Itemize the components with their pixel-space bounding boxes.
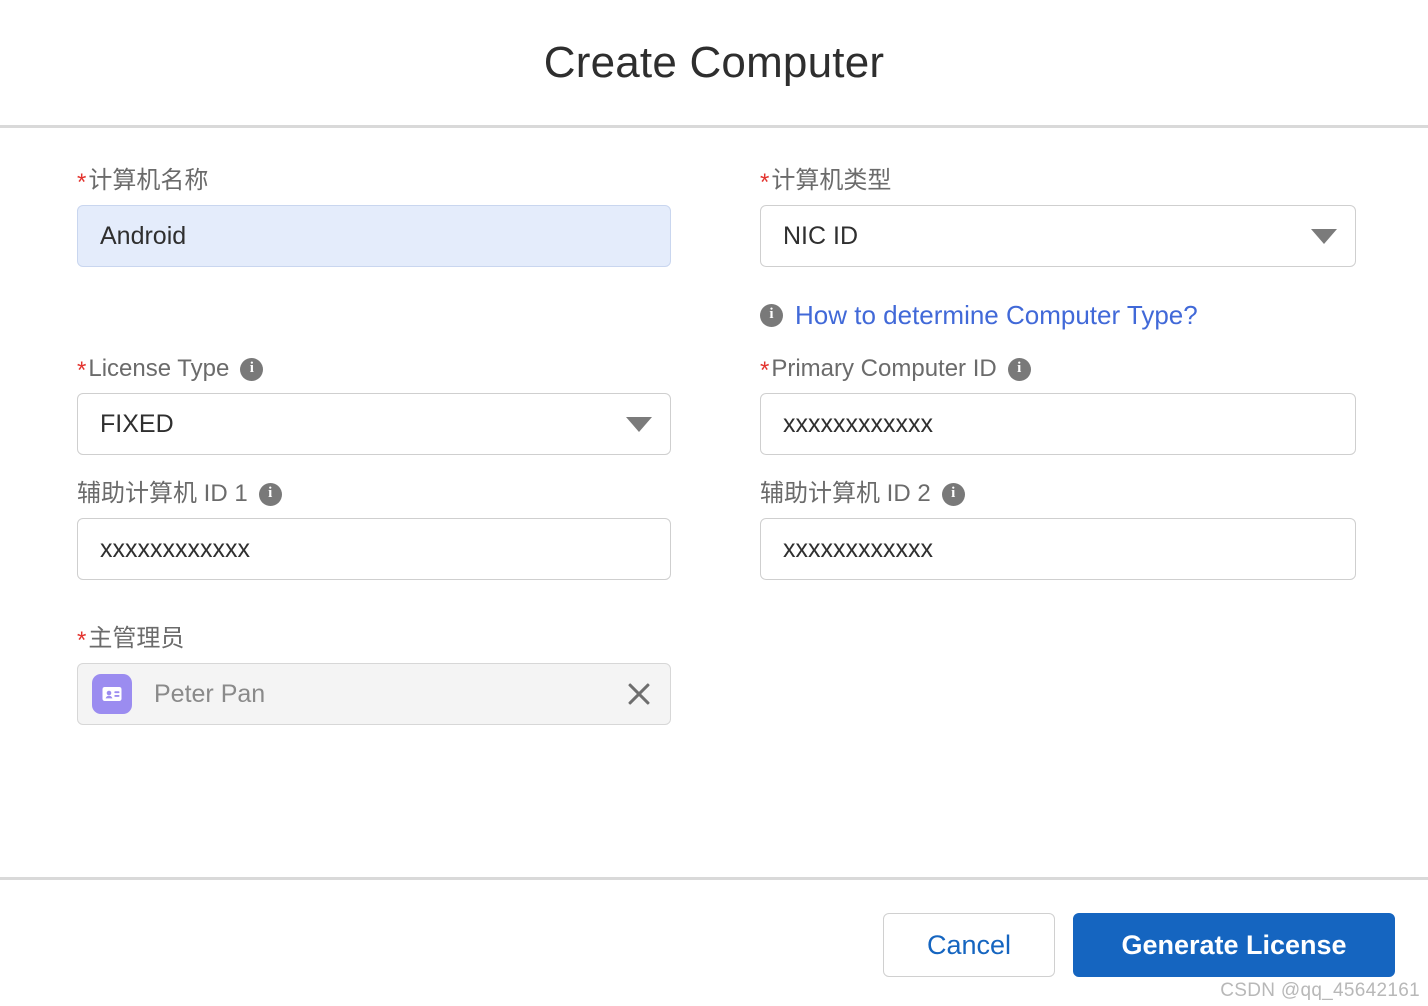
- chevron-down-icon: [626, 416, 652, 432]
- info-icon[interactable]: i: [941, 482, 965, 506]
- computer-name-value: Android: [100, 221, 187, 250]
- computer-type-select[interactable]: NIC ID: [760, 205, 1356, 267]
- primary-admin-input[interactable]: Peter Pan: [77, 663, 671, 725]
- field-computer-name: * 计算机名称 Android: [77, 166, 671, 267]
- dialog-body: * 计算机名称 Android * License Type i FIXED 辅…: [0, 128, 1428, 877]
- computer-type-help[interactable]: i How to determine Computer Type?: [760, 300, 1198, 331]
- page-title: Create Computer: [543, 37, 885, 87]
- label-computer-name: * 计算机名称: [77, 167, 209, 196]
- field-primary-computer-id: * Primary Computer ID i xxxxxxxxxxxx: [760, 354, 1356, 455]
- watermark: CSDN @qq_45642161: [1220, 980, 1420, 1001]
- aux-computer-id-1-input[interactable]: xxxxxxxxxxxx: [77, 518, 671, 580]
- generate-license-button[interactable]: Generate License: [1073, 913, 1395, 977]
- chevron-down-icon: [1311, 228, 1337, 244]
- primary-admin-value: Peter Pan: [154, 679, 266, 708]
- license-type-select[interactable]: FIXED: [77, 393, 671, 455]
- how-to-determine-computer-type-link[interactable]: How to determine Computer Type?: [795, 300, 1198, 331]
- field-primary-admin: * 主管理员 Peter Pan: [77, 624, 671, 725]
- primary-computer-id-value: xxxxxxxxxxxx: [783, 409, 933, 438]
- info-icon: i: [760, 304, 783, 327]
- required-star-icon: *: [760, 357, 770, 384]
- required-star-icon: *: [760, 169, 770, 196]
- footer-actions: Cancel Generate License: [883, 913, 1395, 977]
- aux-computer-id-2-value: xxxxxxxxxxxx: [783, 534, 933, 563]
- field-aux-computer-id-2: 辅助计算机 ID 2 i xxxxxxxxxxxx: [760, 479, 1356, 580]
- required-star-icon: *: [77, 357, 87, 384]
- field-license-type: * License Type i FIXED: [77, 354, 671, 455]
- computer-type-value: NIC ID: [783, 221, 858, 250]
- info-icon[interactable]: i: [240, 357, 264, 381]
- label-primary-admin: * 主管理员: [77, 625, 185, 654]
- info-icon[interactable]: i: [1007, 357, 1031, 381]
- primary-computer-id-input[interactable]: xxxxxxxxxxxx: [760, 393, 1356, 455]
- cancel-button[interactable]: Cancel: [883, 913, 1055, 977]
- contact-card-icon: [92, 674, 132, 714]
- computer-name-input[interactable]: Android: [77, 205, 671, 267]
- aux-computer-id-2-input[interactable]: xxxxxxxxxxxx: [760, 518, 1356, 580]
- label-primary-computer-id: * Primary Computer ID i: [760, 354, 1356, 384]
- field-computer-type: * 计算机类型 NIC ID: [760, 166, 1356, 267]
- label-license-type: * License Type i: [77, 354, 671, 384]
- info-icon[interactable]: i: [258, 482, 282, 506]
- label-aux-computer-id-1: 辅助计算机 ID 1 i: [77, 479, 671, 509]
- required-star-icon: *: [77, 169, 87, 196]
- required-star-icon: *: [77, 627, 87, 654]
- aux-computer-id-1-value: xxxxxxxxxxxx: [100, 534, 250, 563]
- close-icon[interactable]: [624, 679, 654, 709]
- dialog-header: Create Computer: [0, 0, 1428, 125]
- dialog-footer: Cancel Generate License CSDN @qq_4564216…: [0, 880, 1428, 1006]
- label-aux-computer-id-2: 辅助计算机 ID 2 i: [760, 479, 1356, 509]
- license-type-value: FIXED: [100, 409, 174, 438]
- label-computer-type: * 计算机类型: [760, 167, 892, 196]
- field-aux-computer-id-1: 辅助计算机 ID 1 i xxxxxxxxxxxx: [77, 479, 671, 580]
